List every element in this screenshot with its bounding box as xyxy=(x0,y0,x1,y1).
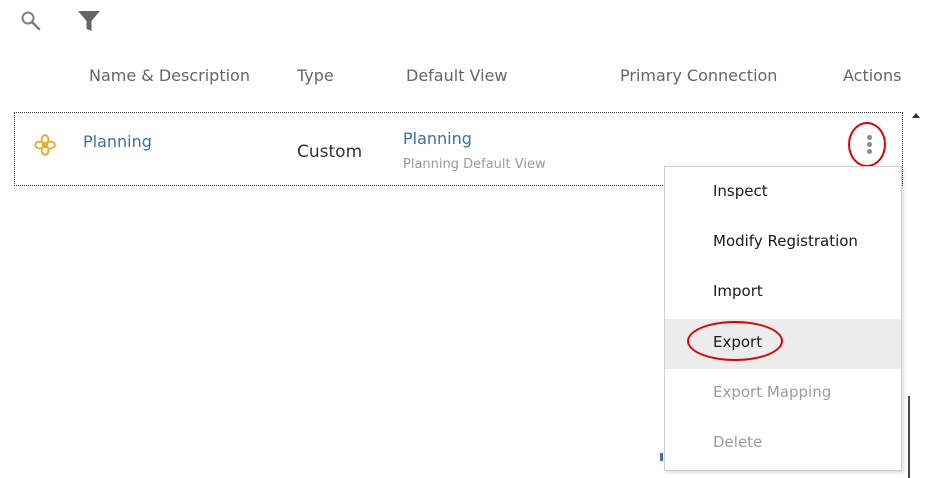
column-header-actions: Actions xyxy=(843,66,902,85)
column-header-primary-connection[interactable]: Primary Connection xyxy=(620,66,777,85)
row-default-view-link[interactable]: Planning xyxy=(403,129,472,148)
menu-item-delete: Delete xyxy=(665,419,901,469)
row-type: Custom xyxy=(297,142,363,162)
flower-icon xyxy=(34,134,56,156)
menu-item-label: Export xyxy=(713,333,763,351)
kebab-dot-icon xyxy=(867,149,872,154)
background-panel-edge xyxy=(908,396,910,478)
menu-item-modify-registration[interactable]: Modify Registration xyxy=(665,218,901,268)
kebab-dot-icon xyxy=(867,142,872,147)
actions-menu-button[interactable] xyxy=(858,124,880,164)
scroll-up-arrow-icon[interactable] xyxy=(911,111,921,119)
actions-context-menu: Inspect Modify Registration Import Expor… xyxy=(664,166,902,471)
menu-item-label: Modify Registration xyxy=(713,232,858,250)
menu-item-export-mapping: Export Mapping xyxy=(665,369,901,419)
row-name-link[interactable]: Planning xyxy=(83,132,152,151)
menu-item-label: Export Mapping xyxy=(713,383,832,401)
menu-item-label: Delete xyxy=(713,433,763,451)
page: Name & Description Type Default View Pri… xyxy=(0,0,927,478)
background-link-fragment xyxy=(660,453,663,461)
column-header-name[interactable]: Name & Description xyxy=(89,66,250,85)
menu-item-import[interactable]: Import xyxy=(665,268,901,318)
column-header-default-view[interactable]: Default View xyxy=(406,66,508,85)
menu-item-inspect[interactable]: Inspect xyxy=(665,168,901,218)
kebab-dot-icon xyxy=(867,135,872,140)
menu-item-label: Inspect xyxy=(713,182,768,200)
row-default-view-description: Planning Default View xyxy=(403,157,546,172)
search-icon[interactable] xyxy=(20,10,42,32)
column-header-type[interactable]: Type xyxy=(297,66,334,85)
menu-item-export[interactable]: Export xyxy=(665,319,901,369)
filter-icon[interactable] xyxy=(77,10,101,32)
menu-item-label: Import xyxy=(713,282,763,300)
